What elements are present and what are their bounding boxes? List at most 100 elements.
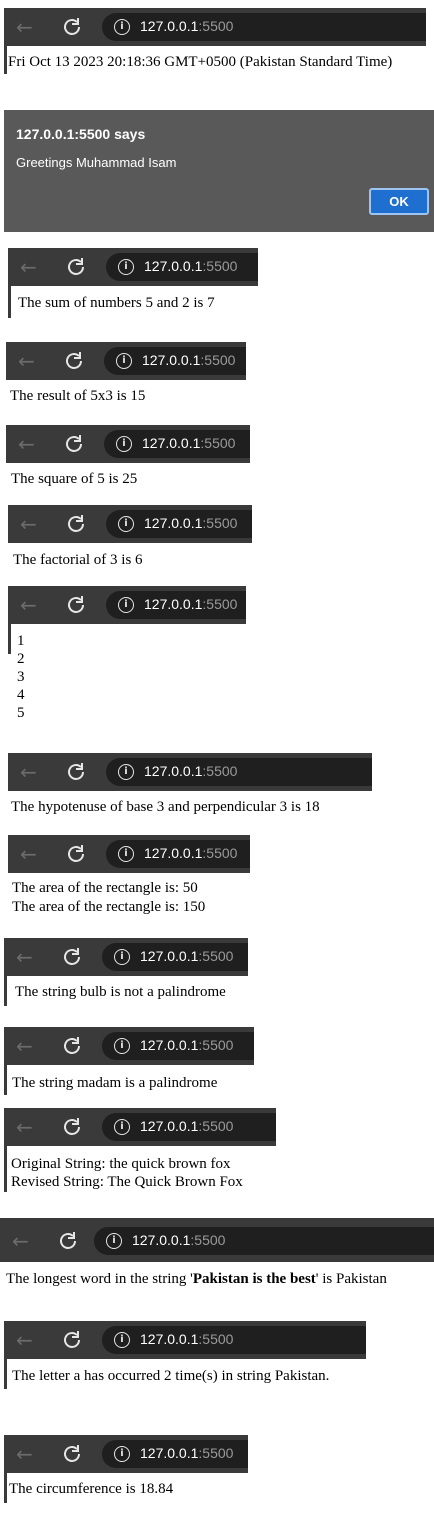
window-edge (8, 624, 11, 654)
back-arrow-icon[interactable]: ← (16, 1328, 40, 1352)
url-port: :5500 (198, 1331, 234, 1347)
url-text: 127.0.0.1:5500 (140, 1445, 233, 1461)
url-host: 127.0.0.1 (144, 763, 203, 779)
back-arrow-icon[interactable]: ← (16, 1442, 40, 1466)
window-edge (4, 46, 7, 74)
reload-icon[interactable] (56, 1229, 80, 1253)
url-port: :5500 (202, 258, 238, 274)
info-icon[interactable]: i (114, 1119, 130, 1135)
reload-icon[interactable] (64, 760, 88, 784)
back-arrow-icon[interactable]: ← (16, 1034, 40, 1058)
browser-bar: ← i 127.0.0.1:5500 (6, 425, 250, 463)
url-text: 127.0.0.1:5500 (142, 435, 235, 451)
back-arrow-icon[interactable]: ← (20, 760, 44, 784)
url-text: 127.0.0.1:5500 (144, 763, 237, 779)
back-arrow-icon[interactable]: ← (20, 842, 44, 866)
back-arrow-icon[interactable]: ← (16, 945, 40, 969)
sum-output: The sum of numbers 5 and 2 is 7 (18, 295, 215, 311)
info-icon[interactable]: i (116, 436, 132, 452)
reload-icon[interactable] (60, 945, 84, 969)
info-icon[interactable]: i (118, 259, 134, 275)
reload-icon[interactable] (60, 1115, 84, 1139)
url-port: :5500 (198, 18, 234, 34)
address-bar[interactable]: i 127.0.0.1:5500 (102, 1440, 248, 1468)
back-arrow-icon[interactable]: ← (18, 432, 42, 456)
window-edge (4, 1065, 7, 1095)
url-host: 127.0.0.1 (140, 948, 199, 964)
address-bar[interactable]: i 127.0.0.1:5500 (102, 13, 426, 41)
address-bar[interactable]: i 127.0.0.1:5500 (106, 591, 246, 619)
url-port: :5500 (198, 948, 234, 964)
window-edge (4, 1473, 7, 1503)
reload-icon[interactable] (60, 1442, 84, 1466)
info-icon[interactable]: i (118, 764, 134, 780)
reload-icon[interactable] (62, 432, 86, 456)
back-arrow-icon[interactable]: ← (18, 349, 42, 373)
address-bar[interactable]: i 127.0.0.1:5500 (102, 1113, 276, 1141)
alert-dialog: 127.0.0.1:5500 says Greetings Muhammad I… (4, 110, 434, 232)
address-bar[interactable]: i 127.0.0.1:5500 (106, 840, 250, 868)
area-output: The area of the rectangle is: 150 (12, 899, 206, 915)
count-item: 3 (17, 669, 25, 685)
address-bar[interactable]: i 127.0.0.1:5500 (104, 430, 250, 458)
back-arrow-icon[interactable]: ← (12, 1229, 36, 1253)
address-bar[interactable]: i 127.0.0.1:5500 (102, 1326, 366, 1354)
address-bar[interactable]: i 127.0.0.1:5500 (102, 1032, 254, 1060)
info-icon[interactable]: i (114, 1446, 130, 1462)
count-item: 1 (17, 633, 25, 649)
url-text: 127.0.0.1:5500 (144, 258, 237, 274)
address-bar[interactable]: i 127.0.0.1:5500 (94, 1227, 434, 1255)
address-bar[interactable]: i 127.0.0.1:5500 (104, 347, 246, 375)
back-arrow-icon[interactable]: ← (16, 15, 40, 39)
info-icon[interactable]: i (116, 353, 132, 369)
url-text: 127.0.0.1:5500 (142, 352, 235, 368)
back-arrow-icon[interactable]: ← (20, 255, 44, 279)
info-icon[interactable]: i (114, 1332, 130, 1348)
url-text: 127.0.0.1:5500 (140, 18, 233, 34)
longest-word-output: The longest word in the string 'Pakistan… (6, 1270, 387, 1289)
reload-icon[interactable] (62, 349, 86, 373)
reload-icon[interactable] (64, 512, 88, 536)
back-arrow-icon[interactable]: ← (16, 1115, 40, 1139)
back-arrow-icon[interactable]: ← (20, 512, 44, 536)
reload-icon[interactable] (60, 15, 84, 39)
browser-bar: ← i 127.0.0.1:5500 (4, 1108, 276, 1146)
address-bar[interactable]: i 127.0.0.1:5500 (106, 510, 252, 538)
url-port: :5500 (198, 1037, 234, 1053)
alert-title: 127.0.0.1:5500 says (16, 126, 146, 142)
url-port: :5500 (202, 845, 238, 861)
address-bar[interactable]: i 127.0.0.1:5500 (106, 758, 372, 786)
url-host: 127.0.0.1 (132, 1232, 191, 1248)
url-text: 127.0.0.1:5500 (140, 1037, 233, 1053)
reload-icon[interactable] (64, 842, 88, 866)
url-host: 127.0.0.1 (144, 845, 203, 861)
info-icon[interactable]: i (114, 949, 130, 965)
address-bar[interactable]: i 127.0.0.1:5500 (106, 253, 258, 281)
ok-button[interactable]: OK (369, 188, 429, 215)
info-icon[interactable]: i (118, 846, 134, 862)
browser-bar: ← i 127.0.0.1:5500 (4, 1321, 366, 1359)
browser-bar: ← i 127.0.0.1:5500 (8, 835, 250, 873)
url-text: 127.0.0.1:5500 (140, 948, 233, 964)
browser-bar: ← i 127.0.0.1:5500 (8, 505, 252, 543)
window-edge (4, 1359, 7, 1389)
window-edge (4, 976, 7, 1006)
reload-icon[interactable] (64, 593, 88, 617)
info-icon[interactable]: i (106, 1233, 122, 1249)
url-text: 127.0.0.1:5500 (144, 515, 237, 531)
reload-icon[interactable] (64, 255, 88, 279)
reload-icon[interactable] (60, 1034, 84, 1058)
info-icon[interactable]: i (118, 597, 134, 613)
url-host: 127.0.0.1 (140, 1037, 199, 1053)
url-port: :5500 (200, 352, 236, 368)
longest-word-string: Pakistan is the best (192, 1271, 316, 1287)
info-icon[interactable]: i (114, 19, 130, 35)
back-arrow-icon[interactable]: ← (20, 593, 44, 617)
reload-icon[interactable] (60, 1328, 84, 1352)
alert-message: Greetings Muhammad Isam (16, 155, 177, 170)
url-host: 127.0.0.1 (144, 515, 203, 531)
url-host: 127.0.0.1 (142, 435, 201, 451)
info-icon[interactable]: i (114, 1038, 130, 1054)
info-icon[interactable]: i (118, 516, 134, 532)
address-bar[interactable]: i 127.0.0.1:5500 (102, 943, 248, 971)
